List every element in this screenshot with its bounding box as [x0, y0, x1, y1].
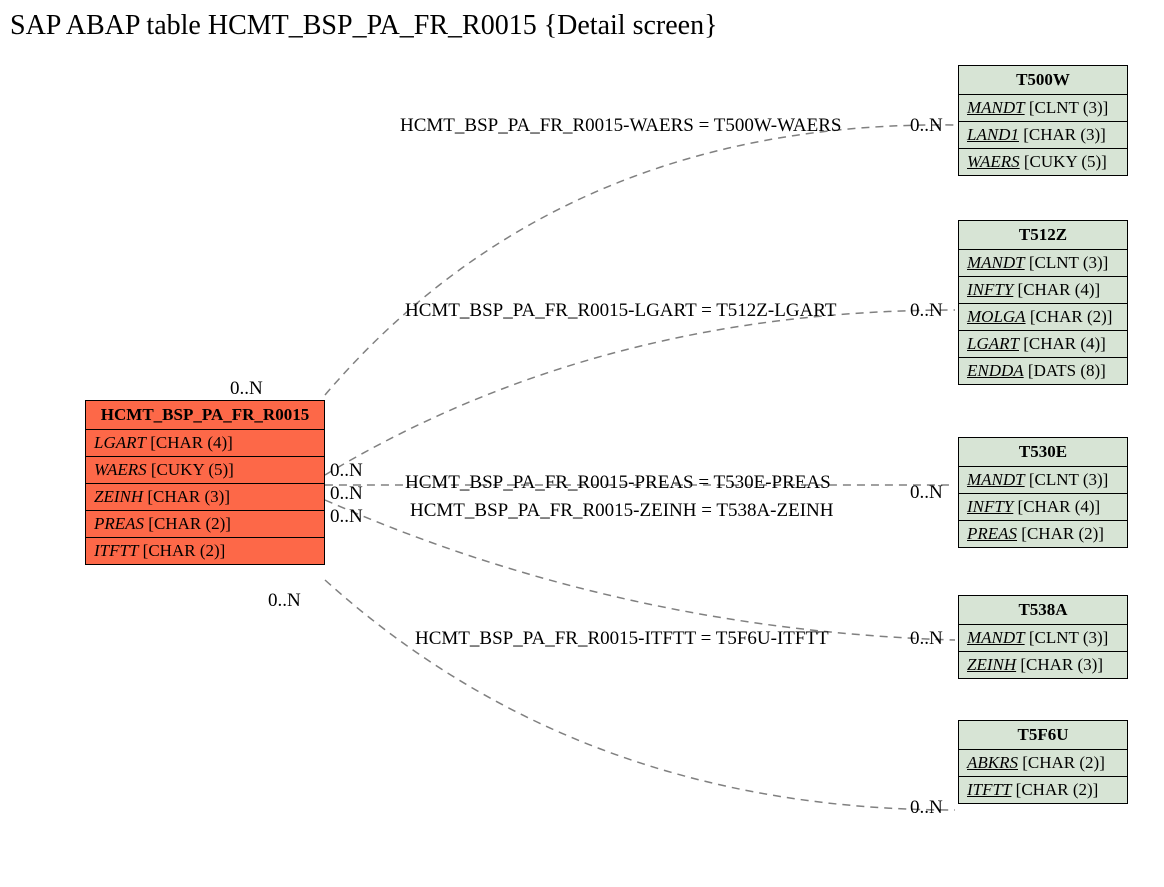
field-type: [DATS (8)] [1024, 361, 1106, 380]
entity-field: ITFTT [CHAR (2)] [86, 538, 324, 564]
field-type: [CHAR (2)] [1017, 524, 1104, 543]
field-name: MANDT [967, 98, 1025, 117]
entity-field: LAND1 [CHAR (3)] [959, 122, 1127, 149]
field-name: MOLGA [967, 307, 1026, 326]
field-name: INFTY [967, 497, 1013, 516]
entity-t500w: T500W MANDT [CLNT (3)]LAND1 [CHAR (3)]WA… [958, 65, 1128, 176]
field-name: PREAS [967, 524, 1017, 543]
field-name: ITFTT [94, 541, 138, 560]
field-name: MANDT [967, 470, 1025, 489]
entity-field: PREAS [CHAR (2)] [959, 521, 1127, 547]
page-title: SAP ABAP table HCMT_BSP_PA_FR_R0015 {Det… [10, 10, 718, 42]
cardinality-right-4: 0..N [910, 797, 943, 819]
entity-name: T512Z [959, 221, 1127, 250]
cardinality-right-2: 0..N [910, 482, 943, 504]
entity-t538a: T538A MANDT [CLNT (3)]ZEINH [CHAR (3)] [958, 595, 1128, 679]
field-name: ZEINH [967, 655, 1016, 674]
field-type: [CHAR (4)] [1019, 334, 1106, 353]
entity-field: MANDT [CLNT (3)] [959, 625, 1127, 652]
field-type: [CHAR (4)] [146, 433, 233, 452]
cardinality-left-0: 0..N [230, 378, 263, 400]
entity-field: ZEINH [CHAR (3)] [959, 652, 1127, 678]
relation-label-4: HCMT_BSP_PA_FR_R0015-ITFTT = T5F6U-ITFTT [415, 628, 829, 650]
field-name: ABKRS [967, 753, 1018, 772]
field-type: [CHAR (2)] [1026, 307, 1113, 326]
entity-t5f6u: T5F6U ABKRS [CHAR (2)]ITFTT [CHAR (2)] [958, 720, 1128, 804]
entity-t530e: T530E MANDT [CLNT (3)]INFTY [CHAR (4)]PR… [958, 437, 1128, 548]
field-type: [CLNT (3)] [1025, 98, 1109, 117]
cardinality-left-4: 0..N [268, 590, 301, 612]
field-type: [CHAR (2)] [138, 541, 225, 560]
field-name: ZEINH [94, 487, 143, 506]
entity-field: PREAS [CHAR (2)] [86, 511, 324, 538]
field-name: LAND1 [967, 125, 1019, 144]
entity-field: WAERS [CUKY (5)] [959, 149, 1127, 175]
cardinality-right-0: 0..N [910, 115, 943, 137]
entity-name: T500W [959, 66, 1127, 95]
field-name: INFTY [967, 280, 1013, 299]
entity-field: ABKRS [CHAR (2)] [959, 750, 1127, 777]
field-type: [CHAR (3)] [143, 487, 230, 506]
field-type: [CLNT (3)] [1025, 470, 1109, 489]
field-name: ENDDA [967, 361, 1024, 380]
entity-field: ZEINH [CHAR (3)] [86, 484, 324, 511]
entity-field: LGART [CHAR (4)] [959, 331, 1127, 358]
entity-field: WAERS [CUKY (5)] [86, 457, 324, 484]
relation-label-3: HCMT_BSP_PA_FR_R0015-ZEINH = T538A-ZEINH [410, 500, 833, 522]
field-type: [CLNT (3)] [1025, 253, 1109, 272]
cardinality-right-1: 0..N [910, 300, 943, 322]
field-name: WAERS [967, 152, 1020, 171]
field-type: [CHAR (4)] [1013, 497, 1100, 516]
field-type: [CHAR (3)] [1016, 655, 1103, 674]
entity-field: ENDDA [DATS (8)] [959, 358, 1127, 384]
cardinality-left-2: 0..N [330, 483, 363, 505]
field-type: [CHAR (3)] [1019, 125, 1106, 144]
field-type: [CHAR (4)] [1013, 280, 1100, 299]
field-type: [CHAR (2)] [144, 514, 231, 533]
field-type: [CLNT (3)] [1025, 628, 1109, 647]
entity-main-name: HCMT_BSP_PA_FR_R0015 [86, 401, 324, 430]
cardinality-left-3: 0..N [330, 506, 363, 528]
entity-name: T530E [959, 438, 1127, 467]
field-name: ITFTT [967, 780, 1011, 799]
relation-label-2: HCMT_BSP_PA_FR_R0015-PREAS = T530E-PREAS [405, 472, 831, 494]
relation-label-0: HCMT_BSP_PA_FR_R0015-WAERS = T500W-WAERS [400, 115, 841, 137]
entity-field: INFTY [CHAR (4)] [959, 494, 1127, 521]
field-name: MANDT [967, 628, 1025, 647]
entity-field: LGART [CHAR (4)] [86, 430, 324, 457]
relation-label-1: HCMT_BSP_PA_FR_R0015-LGART = T512Z-LGART [405, 300, 836, 322]
entity-field: ITFTT [CHAR (2)] [959, 777, 1127, 803]
field-type: [CUKY (5)] [1020, 152, 1107, 171]
field-name: LGART [94, 433, 146, 452]
entity-field: INFTY [CHAR (4)] [959, 277, 1127, 304]
field-type: [CHAR (2)] [1018, 753, 1105, 772]
field-name: WAERS [94, 460, 147, 479]
field-name: MANDT [967, 253, 1025, 272]
entity-field: MANDT [CLNT (3)] [959, 250, 1127, 277]
field-type: [CUKY (5)] [147, 460, 234, 479]
entity-main: HCMT_BSP_PA_FR_R0015 LGART [CHAR (4)]WAE… [85, 400, 325, 565]
entity-name: T5F6U [959, 721, 1127, 750]
cardinality-left-1: 0..N [330, 460, 363, 482]
entity-field: MOLGA [CHAR (2)] [959, 304, 1127, 331]
field-type: [CHAR (2)] [1011, 780, 1098, 799]
entity-field: MANDT [CLNT (3)] [959, 95, 1127, 122]
field-name: LGART [967, 334, 1019, 353]
cardinality-right-3: 0..N [910, 628, 943, 650]
entity-name: T538A [959, 596, 1127, 625]
field-name: PREAS [94, 514, 144, 533]
entity-t512z: T512Z MANDT [CLNT (3)]INFTY [CHAR (4)]MO… [958, 220, 1128, 385]
entity-field: MANDT [CLNT (3)] [959, 467, 1127, 494]
